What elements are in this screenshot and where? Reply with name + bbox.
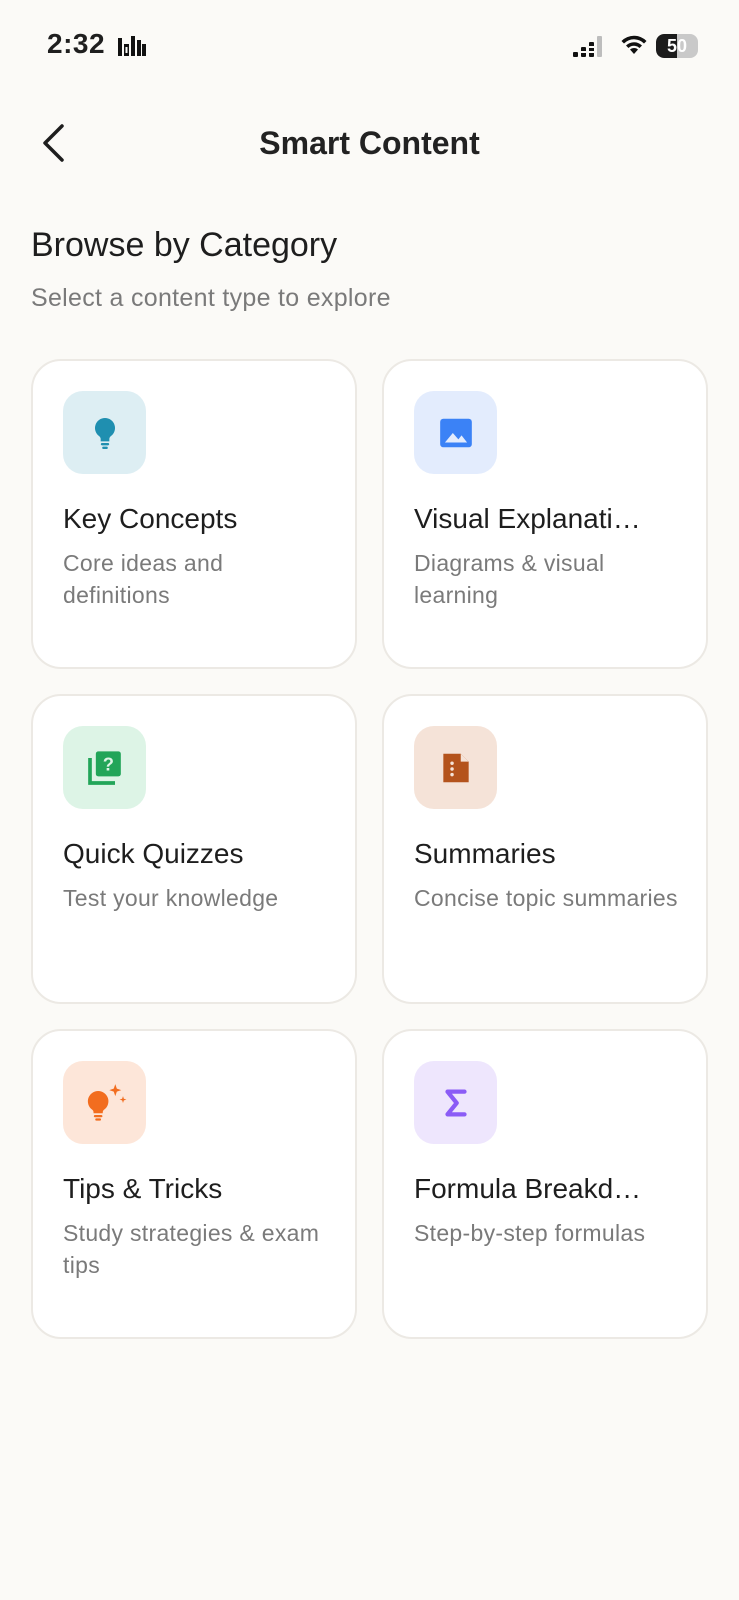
icon-tile: ? [63,726,146,809]
icon-tile [63,391,146,474]
document-icon [442,753,469,782]
activity-icon [118,34,146,63]
signal-icon [573,36,607,63]
status-bar: 2:32 50 [0,0,739,90]
card-description: Diagrams & visual learning [414,550,605,608]
card-title: Visual Explanati… [414,503,641,534]
category-card-key-concepts[interactable]: Key Concepts Core ideas and definitions [31,359,357,669]
icon-tile [63,1061,146,1144]
wifi-icon [620,33,648,60]
category-card-visual-explanations[interactable]: Visual Explanati… Diagrams & visual lear… [382,359,708,669]
card-title: Summaries [414,838,556,869]
category-card-summaries[interactable]: Summaries Concise topic summaries [382,694,708,1004]
quiz-icon: ? [87,750,121,785]
lightbulb-icon [94,417,115,449]
svg-text:?: ? [102,753,113,774]
status-time: 2:32 [47,28,106,59]
card-description: Test your knowledge [63,885,279,911]
section-subtitle: Select a content type to explore [31,284,391,312]
icon-tile [414,726,497,809]
sparkle-bulb-icon [87,1083,126,1121]
card-description: Study strategies & exam tips [63,1220,320,1278]
category-grid: Key Concepts Core ideas and definitions … [31,359,708,1339]
category-card-formula-breakdown[interactable]: Formula Breakd… Step-by-step formulas [382,1029,708,1339]
card-description: Concise topic summaries [414,885,678,911]
section-title: Browse by Category [31,226,338,264]
card-title: Key Concepts [63,503,238,534]
icon-tile [414,391,497,474]
card-description: Step-by-step formulas [414,1220,646,1246]
card-description: Core ideas and definitions [63,550,224,608]
battery-indicator: 50 [656,34,698,58]
image-icon [439,418,472,447]
card-title: Tips & Tricks [63,1173,223,1204]
category-card-tips-tricks[interactable]: Tips & Tricks Study strategies & exam ti… [31,1029,357,1339]
card-title: Quick Quizzes [63,838,244,869]
card-title: Formula Breakd… [414,1173,642,1204]
category-card-quick-quizzes[interactable]: ? Quick Quizzes Test your knowledge [31,694,357,1004]
page-title: Smart Content [259,125,480,161]
sigma-icon [444,1089,467,1116]
icon-tile [414,1061,497,1144]
battery-percent: 50 [666,36,688,56]
